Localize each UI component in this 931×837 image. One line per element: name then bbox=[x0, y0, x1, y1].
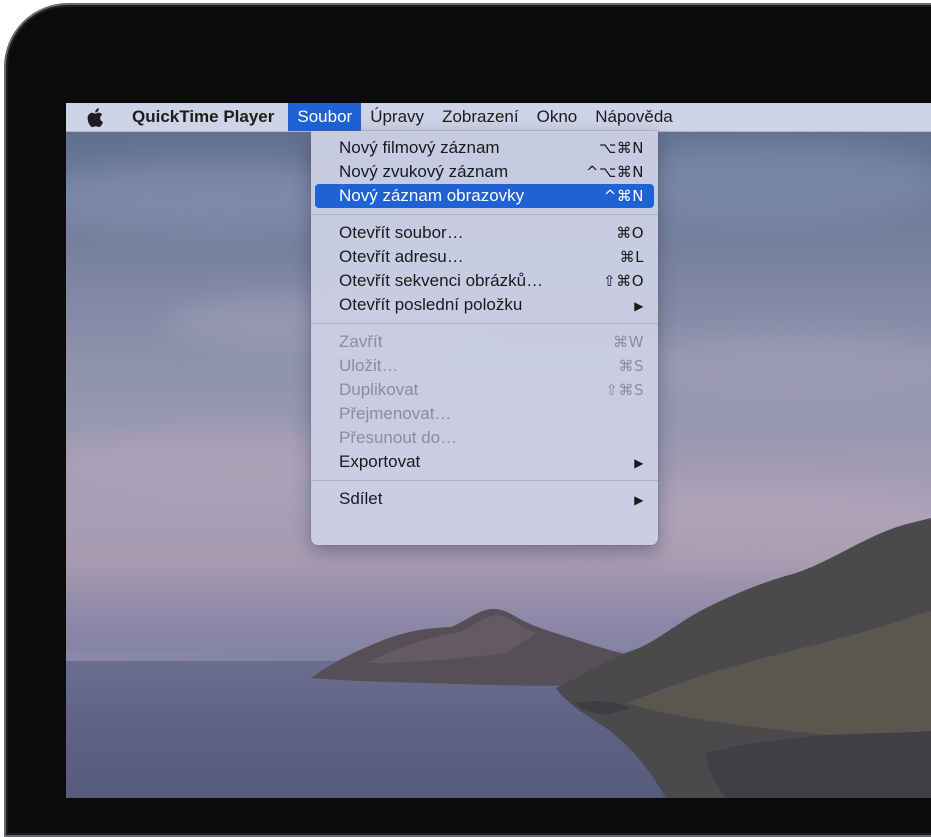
menu-item-close: Zavřít ⌘W bbox=[311, 330, 658, 354]
menu-separator bbox=[311, 323, 658, 324]
menu-item-label: Otevřít soubor… bbox=[339, 223, 464, 242]
menu-separator bbox=[311, 214, 658, 215]
shortcut-label: ⌘O bbox=[616, 224, 644, 242]
menu-item-label: Duplikovat bbox=[339, 380, 419, 399]
menu-item-label: Sdílet bbox=[339, 489, 383, 508]
menu-item-share[interactable]: Sdílet ▶ bbox=[311, 487, 658, 511]
shortcut-label: ⇧⌘O bbox=[603, 272, 644, 290]
submenu-arrow-icon: ▶ bbox=[634, 493, 644, 507]
menu-napoveda[interactable]: Nápověda bbox=[586, 103, 682, 131]
menu-item-new-audio-recording[interactable]: Nový zvukový záznam ^⌥⌘N bbox=[311, 160, 658, 184]
menu-separator bbox=[311, 480, 658, 481]
menu-zobrazeni[interactable]: Zobrazení bbox=[433, 103, 528, 131]
shortcut-label: ⌘S bbox=[618, 357, 644, 375]
submenu-arrow-icon: ▶ bbox=[634, 456, 644, 470]
menu-item-label: Nový zvukový záznam bbox=[339, 162, 509, 181]
shortcut-label: ⌘W bbox=[613, 333, 644, 351]
menu-item-label: Uložit… bbox=[339, 356, 399, 375]
shortcut-label: ^⌘N bbox=[603, 187, 644, 205]
app-menu-quicktime[interactable]: QuickTime Player bbox=[118, 103, 288, 131]
menu-item-open-file[interactable]: Otevřít soubor… ⌘O bbox=[311, 221, 658, 245]
menu-soubor[interactable]: Soubor bbox=[288, 103, 362, 131]
menu-item-save: Uložit… ⌘S bbox=[311, 354, 658, 378]
apple-logo-icon bbox=[87, 107, 103, 127]
menu-item-move-to: Přesunout do… bbox=[311, 426, 658, 450]
menu-item-label: Otevřít poslední položku bbox=[339, 295, 523, 314]
menu-item-label: Přesunout do… bbox=[339, 428, 458, 447]
shortcut-label: ^⌥⌘N bbox=[585, 163, 644, 181]
menu-bar: QuickTime Player Soubor Úpravy Zobrazení… bbox=[66, 103, 931, 132]
menu-item-label: Nový filmový záznam bbox=[339, 138, 500, 157]
menu-item-rename: Přejmenovat… bbox=[311, 402, 658, 426]
shortcut-label: ⌘L bbox=[619, 248, 644, 266]
menu-item-label: Nový záznam obrazovky bbox=[339, 186, 525, 205]
menu-item-label: Zavřít bbox=[339, 332, 383, 351]
submenu-arrow-icon: ▶ bbox=[634, 299, 644, 313]
menu-item-new-movie-recording[interactable]: Nový filmový záznam ⌥⌘N bbox=[311, 136, 658, 160]
menu-item-duplicate: Duplikovat ⇧⌘S bbox=[311, 378, 658, 402]
apple-menu[interactable] bbox=[66, 103, 118, 131]
shortcut-label: ⌥⌘N bbox=[598, 139, 644, 157]
shortcut-label: ⇧⌘S bbox=[605, 381, 644, 399]
file-dropdown-menu: Nový filmový záznam ⌥⌘N Nový zvukový záz… bbox=[311, 131, 658, 545]
menu-item-open-recent[interactable]: Otevřít poslední položku ▶ bbox=[311, 293, 658, 317]
menu-item-new-screen-recording[interactable]: Nový záznam obrazovky ^⌘N bbox=[315, 184, 654, 208]
menu-okno[interactable]: Okno bbox=[528, 103, 587, 131]
menu-item-label: Otevřít adresu… bbox=[339, 247, 464, 266]
menu-item-open-location[interactable]: Otevřít adresu… ⌘L bbox=[311, 245, 658, 269]
menu-item-open-image-sequence[interactable]: Otevřít sekvenci obrázků… ⇧⌘O bbox=[311, 269, 658, 293]
menu-item-label: Přejmenovat… bbox=[339, 404, 452, 423]
menu-upravy[interactable]: Úpravy bbox=[361, 103, 433, 131]
menu-item-label: Exportovat bbox=[339, 452, 421, 471]
menu-item-export[interactable]: Exportovat ▶ bbox=[311, 450, 658, 474]
menu-item-label: Otevřít sekvenci obrázků… bbox=[339, 271, 544, 290]
